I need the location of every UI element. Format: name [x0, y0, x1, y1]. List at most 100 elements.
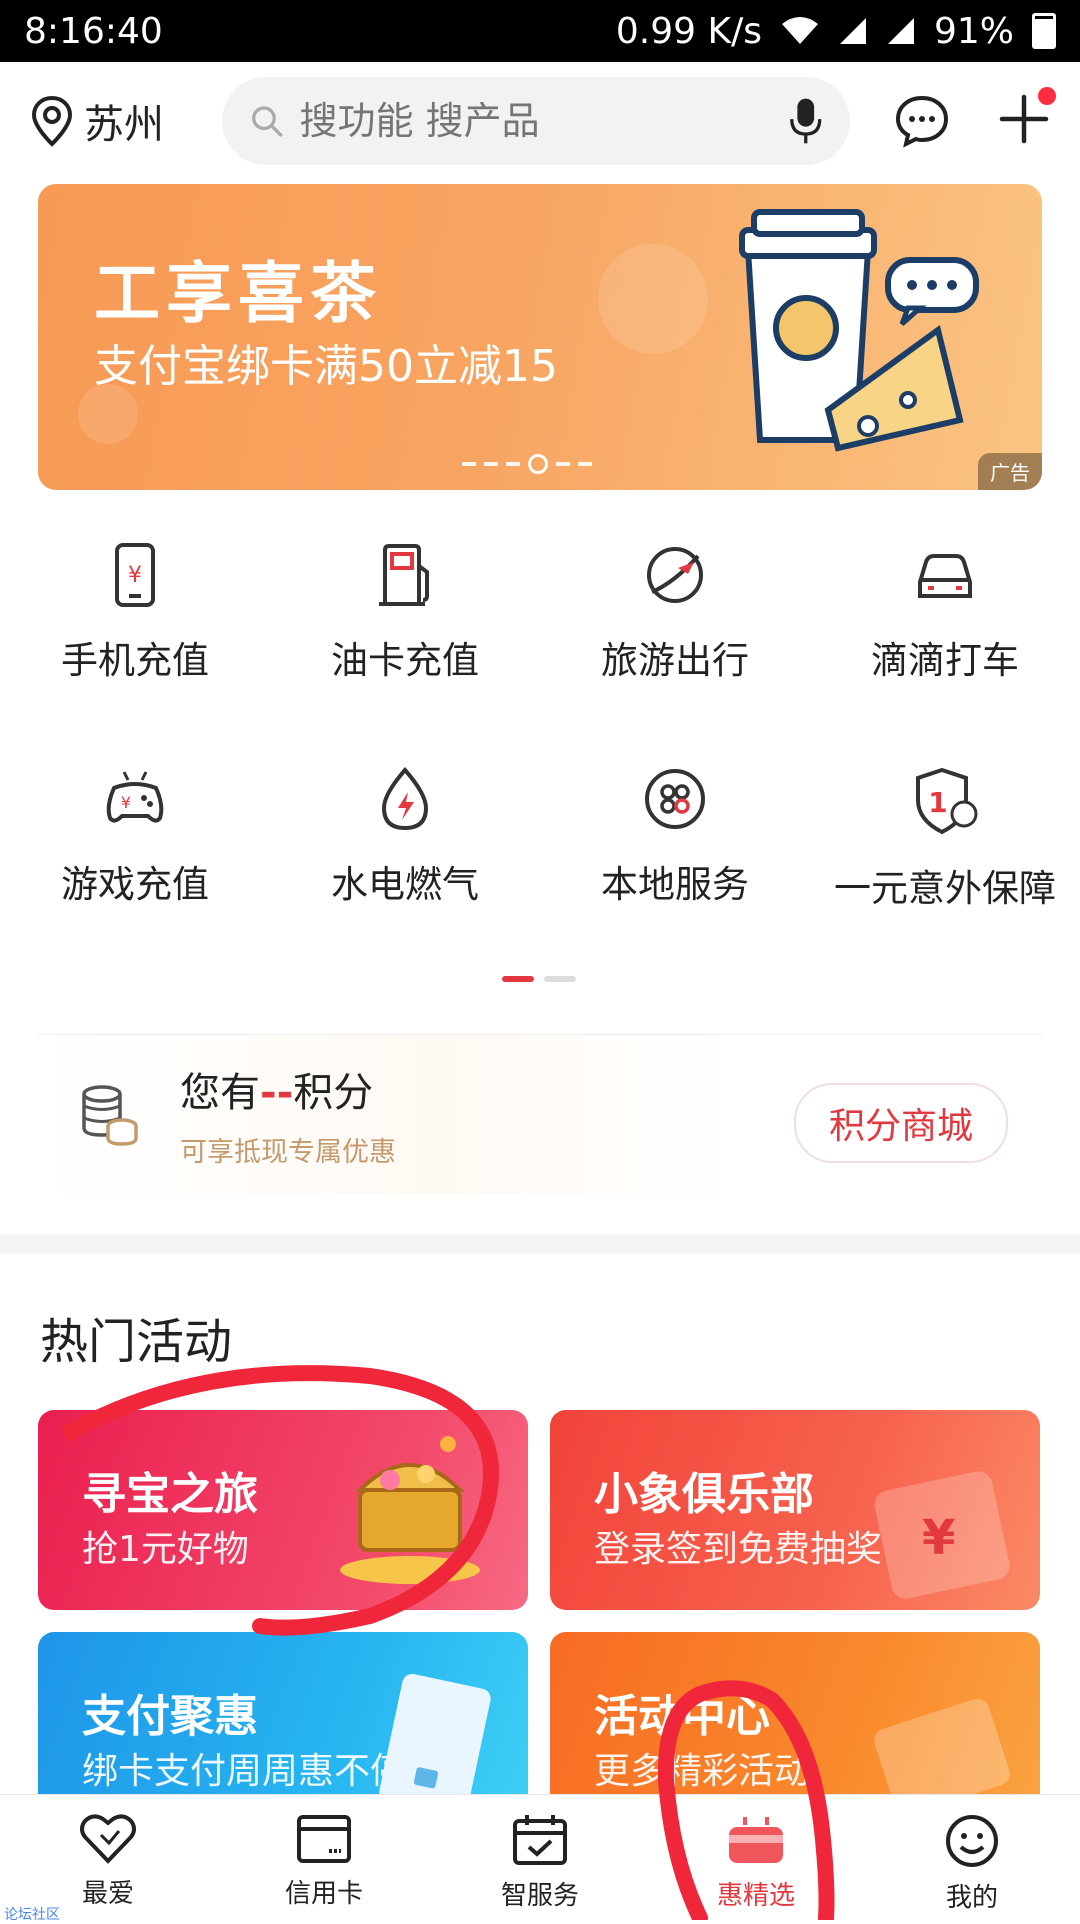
microphone-icon[interactable] [789, 95, 823, 147]
points-mall-button[interactable]: 积分商城 [794, 1083, 1008, 1163]
points-value: -- [260, 1070, 294, 1116]
service-insurance[interactable]: 1 一元意外保障 [810, 744, 1080, 968]
card-subtitle: 登录签到免费抽奖 [594, 1529, 883, 1570]
treasure-chest-icon [340, 1436, 480, 1584]
banner-pagination [462, 454, 592, 474]
card-title: 支付聚惠 [82, 1691, 258, 1742]
coins-icon [82, 1084, 138, 1146]
card-subtitle: 绑卡支付周周惠不停 [82, 1751, 407, 1792]
promo-banner[interactable]: 工享喜茶 支付宝绑卡满50立减15 广告 [38, 184, 1042, 490]
battery-icon [1032, 13, 1056, 49]
status-time: 8:16:40 [24, 10, 163, 52]
section-title: 热门活动 [40, 1314, 233, 1370]
svg-text:1: 1 [928, 786, 947, 819]
bottom-tab-bar: 最爱 信用卡 智服务 惠精选 我的 [0, 1794, 1080, 1921]
indicator-inactive [544, 976, 576, 982]
network-speed: 0.99 K/s [615, 10, 762, 52]
service-label: 游戏充值 [61, 863, 209, 906]
tab-label: 智服务 [500, 1881, 579, 1911]
svg-text:¥: ¥ [922, 1510, 955, 1566]
ticket-icon: ¥ [874, 1471, 1010, 1599]
tab-label: 最爱 [81, 1879, 134, 1909]
status-bar: 8:16:40 0.99 K/s 91% [0, 0, 1080, 62]
points-subtitle: 可享抵现专属优惠 [180, 1137, 396, 1168]
banner-decoration [598, 244, 708, 354]
ad-tag: 广告 [978, 453, 1042, 490]
search-icon [252, 106, 283, 137]
points-prefix: 您有 [180, 1070, 260, 1116]
utilities-icon [381, 766, 429, 831]
search-bar[interactable] [222, 77, 850, 165]
page-dot [556, 462, 570, 466]
battery-level: 91% [933, 10, 1014, 52]
tab-deals[interactable]: 惠精选 [648, 1795, 864, 1921]
watermark: 论坛社区 [4, 1907, 60, 1923]
card-subtitle: 更多精彩活动 [594, 1751, 811, 1792]
page-dot [462, 462, 476, 466]
service-local[interactable]: 本地服务 [540, 744, 810, 968]
service-utilities[interactable]: 水电燃气 [270, 744, 540, 968]
service-grid: ¥ 手机充值 油卡充值 旅游出行 滴滴打车 ¥ 游戏充值 水电燃气 本地服务 1… [0, 520, 1080, 968]
service-label: 滴滴打车 [871, 639, 1019, 682]
smiley-icon [946, 1815, 998, 1867]
activity-card-elephant-club[interactable]: 小象俱乐部 登录签到免费抽奖 ¥ [550, 1410, 1040, 1610]
tab-me[interactable]: 我的 [864, 1795, 1080, 1921]
tab-smart-service[interactable]: 智服务 [432, 1795, 648, 1921]
service-taxi[interactable]: 滴滴打车 [810, 520, 1080, 744]
page-dot [484, 462, 498, 466]
service-label: 水电燃气 [331, 863, 479, 906]
page-dot [578, 462, 592, 466]
location-icon [31, 95, 73, 147]
top-bar: 苏州 [0, 62, 1080, 180]
tab-label: 信用卡 [284, 1879, 363, 1909]
tab-credit-card[interactable]: 信用卡 [216, 1795, 432, 1921]
indicator-active [502, 976, 534, 982]
service-game-recharge[interactable]: ¥ 游戏充值 [0, 744, 270, 968]
points-summary: 您有--积分 [180, 1060, 396, 1118]
activity-card-treasure[interactable]: 寻宝之旅 抢1元好物 [38, 1410, 528, 1610]
card-title: 寻宝之旅 [82, 1469, 258, 1520]
service-travel[interactable]: 旅游出行 [540, 520, 810, 744]
card-subtitle: 抢1元好物 [82, 1529, 249, 1570]
service-label: 本地服务 [601, 863, 749, 906]
taxi-icon [918, 554, 972, 598]
signal-icon [839, 18, 866, 44]
page-dot-active [528, 454, 548, 474]
credit-card-icon [297, 1815, 351, 1863]
message-icon[interactable] [894, 94, 950, 148]
city-label: 苏州 [84, 102, 164, 148]
svg-text:¥: ¥ [128, 563, 142, 588]
banner-title: 工享喜茶 [94, 255, 382, 332]
card-title: 小象俱乐部 [594, 1469, 814, 1520]
tab-favorites[interactable]: 最爱 [0, 1795, 216, 1921]
insurance-icon: 1 [916, 767, 978, 835]
card-title: 活动中心 [594, 1691, 770, 1742]
game-controller-icon: ¥ [106, 771, 164, 823]
service-label: 手机充值 [61, 639, 209, 682]
gift-icon [729, 1817, 783, 1863]
heart-icon [80, 1814, 136, 1864]
calendar-check-icon [513, 1815, 567, 1865]
points-panel: 您有--积分 可享抵现专属优惠 积分商城 [38, 1034, 1042, 1194]
local-services-icon [645, 769, 705, 829]
service-fuel-card[interactable]: 油卡充值 [270, 520, 540, 744]
fuel-card-icon [379, 544, 429, 606]
wifi-icon [781, 17, 818, 44]
signal-icon-2 [887, 18, 914, 44]
notification-dot [1038, 87, 1056, 105]
service-phone-recharge[interactable]: ¥ 手机充值 [0, 520, 270, 744]
grid-page-indicator [502, 976, 576, 982]
tea-cup-illustration-icon [739, 209, 979, 452]
tab-label: 惠精选 [716, 1881, 795, 1911]
travel-icon [647, 547, 703, 603]
banner-subtitle: 支付宝绑卡满50立减15 [94, 341, 558, 392]
section-divider [0, 1234, 1080, 1254]
search-input[interactable] [297, 98, 775, 144]
service-label: 油卡充值 [331, 639, 479, 682]
city-selector[interactable]: 苏州 [30, 92, 190, 150]
phone-recharge-icon: ¥ [115, 543, 155, 607]
tab-label: 我的 [945, 1883, 998, 1913]
add-button[interactable] [998, 87, 1056, 149]
page-dot [506, 462, 520, 466]
service-label: 一元意外保障 [834, 867, 1056, 910]
